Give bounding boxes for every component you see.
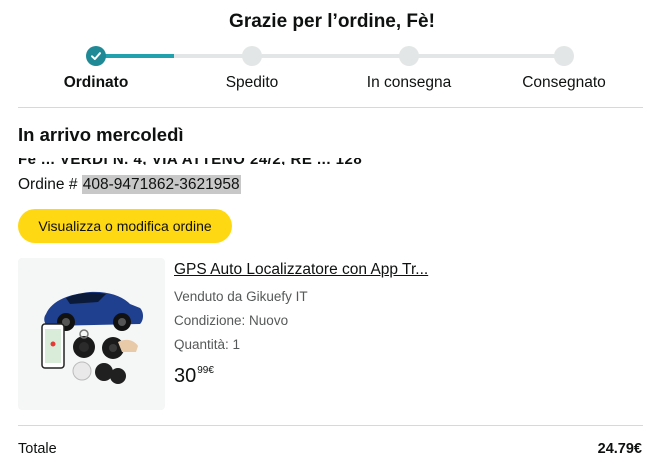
order-number-label: Ordine # xyxy=(18,176,78,193)
progress-line-pending xyxy=(174,54,564,58)
view-edit-order-button[interactable]: Visualizza o modifica ordine xyxy=(18,209,232,243)
total-label: Totale xyxy=(18,441,57,457)
divider xyxy=(18,107,643,108)
shipping-address: Fè ... VERDI N. 4, VIA ATTENO 24/2, RE .… xyxy=(18,151,578,165)
gps-tracker-product-image[interactable] xyxy=(18,258,165,410)
step-delivered-dot xyxy=(554,46,574,66)
step-label-ordered: Ordinato xyxy=(63,74,129,91)
step-label-delivered: Consegnato xyxy=(522,74,606,91)
product-title-link[interactable]: GPS Auto Localizzatore con App Tr... xyxy=(174,261,428,279)
order-number-line: Ordine # 408-9471862-3621958 xyxy=(18,175,241,194)
order-number[interactable]: 408-9471862-3621958 xyxy=(81,175,241,194)
step-label-shipped: Spedito xyxy=(225,74,279,91)
order-progress-tracker: Ordinato Spedito In consegna Consegnato xyxy=(0,44,664,104)
step-ordered-check-icon xyxy=(86,46,106,66)
step-in-delivery-dot xyxy=(399,46,419,66)
price-fraction: 99€ xyxy=(197,365,214,376)
arrival-heading: In arrivo mercoledì xyxy=(18,124,184,145)
address-redaction xyxy=(18,151,578,158)
step-shipped-dot xyxy=(242,46,262,66)
page-title: Grazie per l’ordine, Fè! xyxy=(229,11,435,32)
product-seller: Venduto da Gikuefy IT xyxy=(174,289,308,304)
progress-line-complete xyxy=(96,54,174,58)
price-whole: 30 xyxy=(174,365,197,387)
step-label-in-delivery: In consegna xyxy=(366,74,452,91)
product-price: 3099€ xyxy=(174,365,214,388)
product-condition: Condizione: Nuovo xyxy=(174,313,289,328)
divider xyxy=(18,425,643,426)
total-value: 24.79€ xyxy=(597,441,642,457)
product-quantity: Quantità: 1 xyxy=(174,337,241,352)
